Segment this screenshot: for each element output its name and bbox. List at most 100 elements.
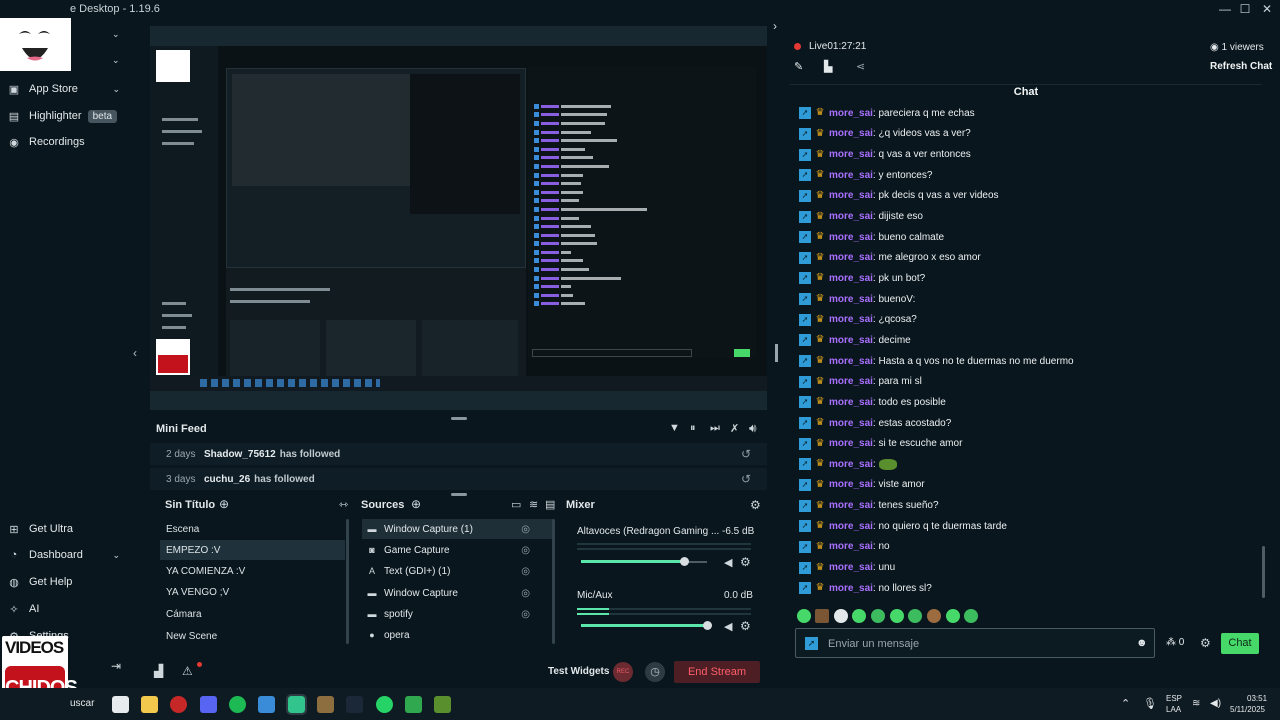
chat-username[interactable]: more_sai bbox=[829, 418, 873, 429]
gear-icon[interactable]: ⚙ bbox=[1200, 636, 1211, 650]
add-source-icon[interactable]: ⊕ bbox=[411, 497, 421, 511]
chat-username[interactable]: more_sai bbox=[829, 438, 873, 449]
chat-username[interactable]: more_sai bbox=[829, 459, 873, 470]
clock-time[interactable]: 03:51 bbox=[1247, 694, 1267, 703]
maximize-button[interactable]: ☐ bbox=[1234, 1, 1256, 17]
spotify-icon[interactable] bbox=[229, 696, 246, 713]
chat-username[interactable]: more_sai bbox=[829, 211, 873, 222]
resize-handle[interactable] bbox=[451, 493, 467, 496]
chat-scrollbar[interactable] bbox=[1262, 546, 1265, 598]
sidebar-item-highlighter[interactable]: ▤ Highlighter beta bbox=[0, 104, 146, 128]
edit-icon[interactable]: ✎ bbox=[794, 60, 803, 73]
source-item[interactable]: ◙ Game Capture ◎ bbox=[362, 540, 554, 560]
chat-username[interactable]: more_sai bbox=[829, 335, 873, 346]
search-box[interactable]: uscar bbox=[70, 698, 94, 709]
gear-icon[interactable]: ⚙ bbox=[740, 619, 751, 633]
minimize-button[interactable]: — bbox=[1214, 1, 1236, 17]
visibility-icon[interactable]: ◎ bbox=[521, 588, 530, 599]
scene-item[interactable]: YA COMIENZA :V bbox=[160, 561, 345, 581]
scene-item[interactable]: EMPEZO :V bbox=[160, 540, 345, 560]
volume-icon[interactable]: ◀ bbox=[724, 620, 732, 633]
collapse-icon[interactable]: ⇿ bbox=[339, 498, 348, 511]
avatar[interactable] bbox=[0, 18, 71, 71]
chat-username[interactable]: more_sai bbox=[829, 128, 873, 139]
emote-icon[interactable] bbox=[797, 609, 811, 623]
chat-username[interactable]: more_sai bbox=[829, 108, 873, 119]
chevron-left-icon[interactable]: ‹ bbox=[133, 346, 137, 360]
end-stream-button[interactable]: End Stream bbox=[674, 661, 760, 683]
discord-icon[interactable] bbox=[200, 696, 217, 713]
transition-icon[interactable]: ≋ bbox=[529, 498, 538, 511]
store-icon[interactable] bbox=[112, 696, 129, 713]
xbox-icon[interactable] bbox=[405, 696, 422, 713]
chat-send-button[interactable]: Chat bbox=[1221, 633, 1259, 654]
rec-button[interactable]: REC bbox=[613, 662, 633, 682]
gear-icon[interactable]: ⚙ bbox=[740, 555, 751, 569]
wifi-icon[interactable]: ≋ bbox=[1192, 698, 1200, 709]
chevron-right-icon[interactable]: › bbox=[773, 19, 777, 33]
replay-icon[interactable]: ↺ bbox=[741, 447, 751, 461]
volume-icon[interactable]: 🔊︎ bbox=[749, 421, 757, 436]
replay-buffer-icon[interactable]: ◷ bbox=[645, 662, 665, 682]
skip-icon[interactable]: ⏭ bbox=[710, 422, 720, 435]
clip-icon[interactable]: ▙ bbox=[824, 60, 832, 73]
emote-icon[interactable] bbox=[946, 609, 960, 623]
chat-username[interactable]: more_sai bbox=[829, 149, 873, 160]
emote-icon[interactable] bbox=[852, 609, 866, 623]
close-button[interactable]: ✕ bbox=[1256, 1, 1278, 17]
steam-icon[interactable] bbox=[346, 696, 363, 713]
chat-username[interactable]: more_sai bbox=[829, 376, 873, 387]
chat-username[interactable]: more_sai bbox=[829, 562, 873, 573]
alert-icon[interactable]: ⚠ bbox=[182, 664, 193, 678]
scene-item[interactable]: YA VENGO ;V bbox=[160, 582, 345, 602]
language-indicator[interactable]: LAA bbox=[1166, 705, 1181, 714]
resize-handle[interactable] bbox=[451, 417, 467, 420]
chat-username[interactable]: more_sai bbox=[829, 294, 873, 305]
language-indicator[interactable]: ESP bbox=[1166, 694, 1182, 703]
opera-icon[interactable] bbox=[170, 696, 187, 713]
emote-icon[interactable] bbox=[890, 609, 904, 623]
chat-username[interactable]: more_sai bbox=[829, 479, 873, 490]
source-item[interactable]: ▬ spotify ◎ bbox=[362, 604, 554, 624]
notifications-off-icon[interactable]: ✗ bbox=[730, 422, 739, 435]
chat-username[interactable]: more_sai bbox=[829, 273, 873, 284]
emoji-icon[interactable]: ☻ bbox=[1136, 637, 1148, 649]
folder-icon[interactable]: ▤ bbox=[545, 498, 555, 511]
visibility-icon[interactable]: ◎ bbox=[521, 524, 530, 535]
volume-icon[interactable]: ◀ bbox=[724, 556, 732, 569]
sidebar-item-recordings[interactable]: ◉ Recordings bbox=[0, 130, 146, 154]
chat-username[interactable]: more_sai bbox=[829, 541, 873, 552]
files-icon[interactable] bbox=[317, 696, 334, 713]
source-item[interactable]: ▬ Window Capture ◎ bbox=[362, 583, 554, 603]
minecraft-icon[interactable] bbox=[434, 696, 451, 713]
chevron-down-icon[interactable]: ⌄ bbox=[112, 55, 120, 66]
folder-icon[interactable] bbox=[141, 696, 158, 713]
refresh-chat-button[interactable]: Refresh Chat bbox=[1210, 61, 1272, 72]
photos-icon[interactable] bbox=[258, 696, 275, 713]
visibility-icon[interactable]: ◎ bbox=[521, 545, 530, 556]
source-item[interactable]: ● opera bbox=[362, 625, 554, 645]
layers-icon[interactable]: ▭ bbox=[511, 498, 521, 511]
pause-icon[interactable]: ⏸ bbox=[690, 422, 696, 435]
scenes-scrollbar[interactable] bbox=[346, 519, 349, 644]
chat-username[interactable]: more_sai bbox=[829, 521, 873, 532]
whatsapp-icon[interactable] bbox=[376, 696, 393, 713]
clock-date[interactable]: 5/11/2025 bbox=[1230, 705, 1265, 714]
emote-icon[interactable] bbox=[927, 609, 941, 623]
chat-username[interactable]: more_sai bbox=[829, 397, 873, 408]
scene-item[interactable]: New Scene bbox=[160, 626, 345, 646]
add-scene-icon[interactable]: ⊕ bbox=[219, 497, 229, 511]
points-icon[interactable]: ⁂ 0 bbox=[1166, 637, 1184, 648]
chat-username[interactable]: more_sai bbox=[829, 500, 873, 511]
logout-icon[interactable]: ⇥ bbox=[111, 659, 121, 673]
visibility-icon[interactable]: ◎ bbox=[521, 609, 530, 620]
microphone-icon[interactable]: 🎙︎ bbox=[1143, 697, 1157, 710]
chat-input[interactable]: ➚ Enviar un mensaje ☻ bbox=[795, 628, 1155, 658]
speaker-icon[interactable]: ◀) bbox=[1210, 698, 1221, 709]
emote-icon[interactable] bbox=[964, 609, 978, 623]
emote-icon[interactable] bbox=[815, 609, 829, 623]
chat-username[interactable]: more_sai bbox=[829, 232, 873, 243]
sidebar-item-get-ultra[interactable]: ⊞ Get Ultra bbox=[0, 517, 146, 541]
share-icon[interactable]: ⋖ bbox=[856, 60, 865, 73]
emote-icon[interactable] bbox=[871, 609, 885, 623]
